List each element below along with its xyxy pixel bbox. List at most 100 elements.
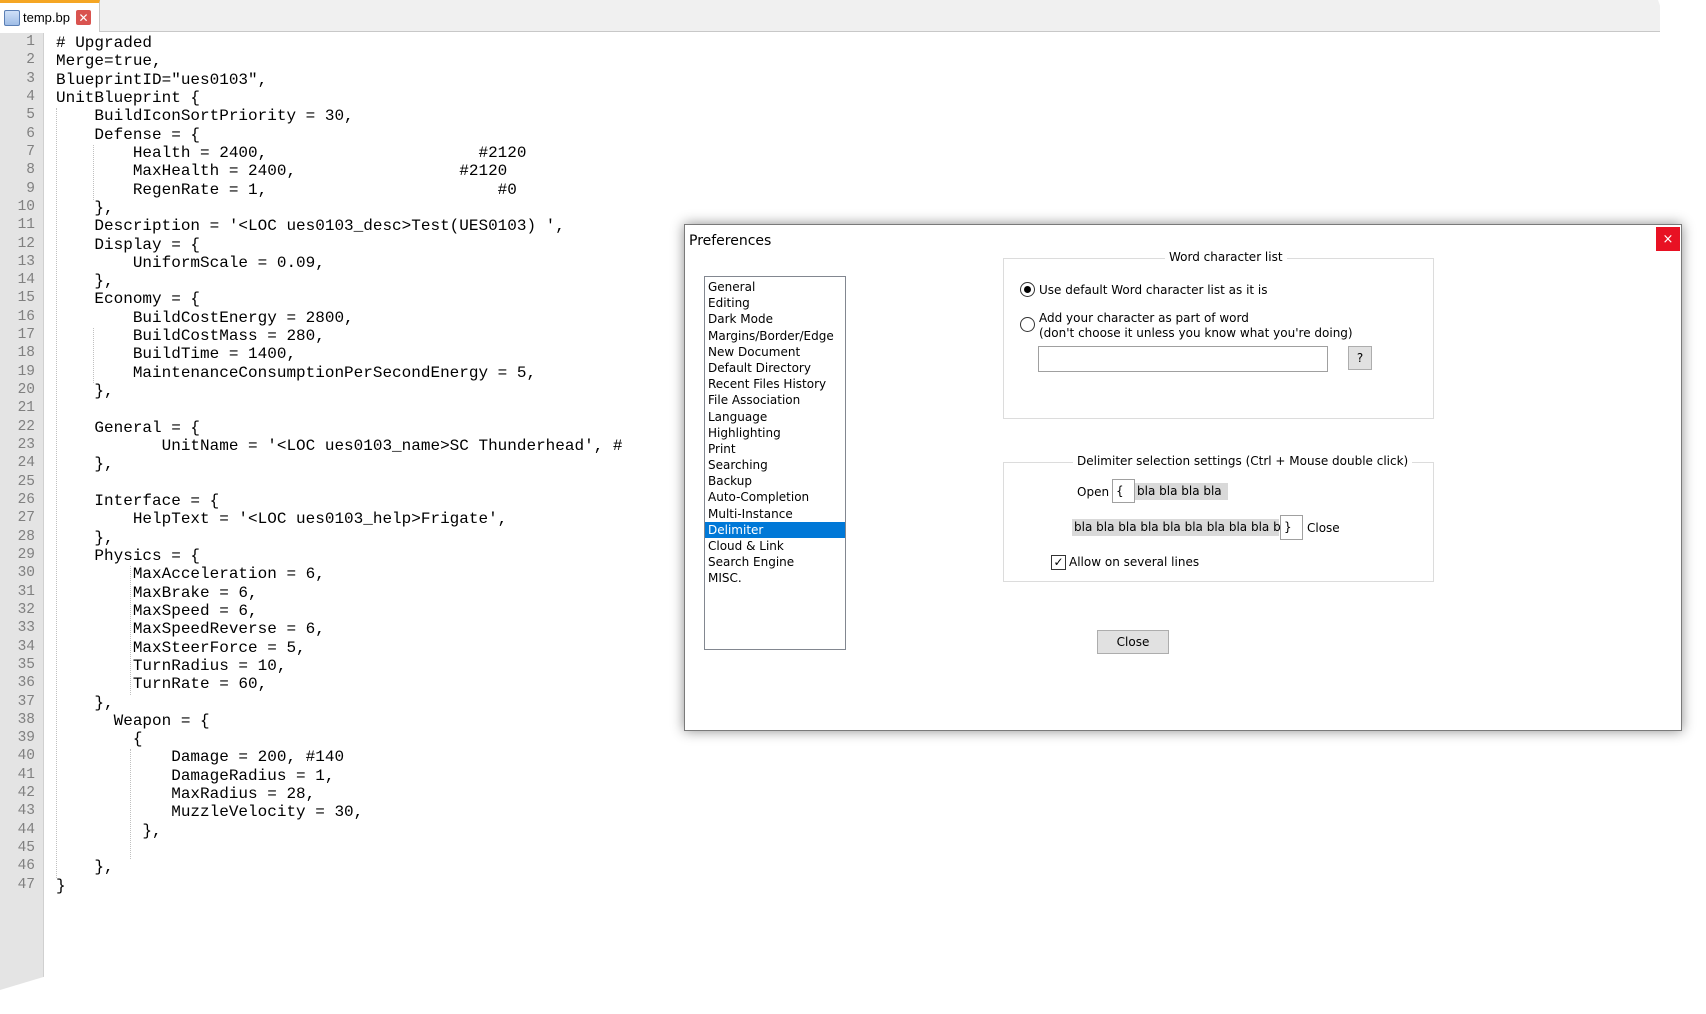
close-sample: bla bla bla bla bla bla bla bla bla bla xyxy=(1074,520,1292,534)
line-number: 34 xyxy=(17,638,35,655)
category-item[interactable]: Editing xyxy=(705,295,845,311)
line-number: 36 xyxy=(17,675,35,692)
line-number: 40 xyxy=(17,748,35,765)
category-item[interactable]: Search Engine xyxy=(705,554,845,570)
code-line: UnitBlueprint { xyxy=(56,88,201,107)
category-item[interactable]: Default Directory xyxy=(705,360,845,376)
code-line: MuzzleVelocity = 30, xyxy=(56,803,364,822)
category-item[interactable]: File Association xyxy=(705,392,845,408)
category-item[interactable]: Print xyxy=(705,441,845,457)
indent-guide xyxy=(130,566,131,695)
code-line: Health = 2400, #2120 xyxy=(56,143,527,162)
indent-guide xyxy=(130,749,131,860)
line-number: 20 xyxy=(17,382,35,399)
code-line: MaxBrake = 6, xyxy=(56,583,258,602)
category-list[interactable]: General Editing Dark Mode Margins/Border/Ed… xyxy=(704,276,846,650)
line-number: 46 xyxy=(17,858,35,875)
line-number: 45 xyxy=(17,840,35,857)
line-number: 35 xyxy=(17,656,35,673)
category-item[interactable]: Recent Files History xyxy=(705,376,845,392)
word-characters-input[interactable] xyxy=(1038,346,1328,372)
delimiter-group-title: Delimiter selection settings (Ctrl + Mou… xyxy=(1073,454,1413,468)
code-line: }, xyxy=(56,455,114,474)
category-item[interactable]: Dark Mode xyxy=(705,311,845,327)
line-number: 3 xyxy=(26,70,35,87)
word-character-group: Word character list Use default Word cha… xyxy=(1003,250,1434,419)
category-item[interactable]: Language xyxy=(705,409,845,425)
line-number: 30 xyxy=(17,565,35,582)
code-line: Merge=true, xyxy=(56,52,162,71)
category-item[interactable]: Highlighting xyxy=(705,425,845,441)
close-delimiter-input[interactable]: } xyxy=(1280,515,1303,540)
several-lines-checkbox[interactable]: ✓ xyxy=(1051,555,1066,570)
use-default-radio[interactable] xyxy=(1020,282,1035,297)
line-number: 42 xyxy=(17,785,35,802)
code-line: MaxAcceleration = 6, xyxy=(56,565,325,584)
line-number: 7 xyxy=(26,143,35,160)
use-default-label[interactable]: Use default Word character list as it is xyxy=(1039,283,1268,297)
code-line: Defense = { xyxy=(56,125,201,144)
line-number: 6 xyxy=(26,125,35,142)
code-line: Weapon = { xyxy=(56,711,210,730)
line-number: 11 xyxy=(17,217,35,234)
line-number: 9 xyxy=(26,180,35,197)
preferences-dialog: Preferences × General Editing Dark Mode Mar… xyxy=(684,224,1682,731)
line-number-gutter: 1 2 3 4 5 6 7 8 9 10 11 12 13 14 15 16 17 18 19 20 21 22 23 24 2… xyxy=(0,33,44,990)
code-line: Interface = { xyxy=(56,492,220,510)
open-sample: bla bla bla bla xyxy=(1137,484,1222,498)
code-line: }, xyxy=(56,528,114,547)
line-number: 28 xyxy=(17,528,35,545)
code-line: Display = { xyxy=(56,235,201,254)
code-line: General = { xyxy=(56,418,201,437)
code-line: RegenRate = 1, #0 xyxy=(56,180,517,199)
tab-close-icon[interactable]: ✕ xyxy=(75,10,91,25)
line-number: 25 xyxy=(17,473,35,490)
line-number: 23 xyxy=(17,437,35,454)
code-line: { xyxy=(56,730,143,749)
code-line: BlueprintID="ues0103", xyxy=(56,70,268,89)
close-icon[interactable]: × xyxy=(1656,227,1680,251)
code-line: BuildTime = 1400, xyxy=(56,345,297,364)
add-character-radio[interactable] xyxy=(1020,317,1035,332)
category-item[interactable]: Margins/Border/Edge xyxy=(705,328,845,344)
code-line: # Upgraded xyxy=(56,34,153,52)
close-button[interactable]: Close xyxy=(1097,630,1169,654)
help-button[interactable]: ? xyxy=(1348,346,1372,370)
line-number: 4 xyxy=(26,88,35,105)
add-character-label[interactable]: Add your character as part of word xyxy=(1039,311,1249,325)
several-lines-label[interactable]: Allow on several lines xyxy=(1069,555,1199,569)
category-item[interactable]: Auto-Completion xyxy=(705,489,845,505)
tab-temp-bp[interactable]: temp.bp ✕ xyxy=(0,0,100,32)
open-delimiter-input[interactable]: { xyxy=(1112,479,1135,503)
code-line: Description = '<LOC ues0103_desc>Test(UE… xyxy=(56,217,565,236)
line-number: 22 xyxy=(17,418,35,435)
line-number: 18 xyxy=(17,345,35,362)
indent-guide xyxy=(56,108,57,878)
tab-bar: temp.bp ✕ xyxy=(0,0,1660,32)
dialog-title: Preferences xyxy=(689,233,772,249)
code-line: }, xyxy=(56,382,114,401)
category-item[interactable]: Delimiter xyxy=(705,521,845,538)
line-number: 43 xyxy=(17,803,35,820)
tab-label: temp.bp xyxy=(23,10,70,25)
code-line: }, xyxy=(56,693,114,712)
line-number: 21 xyxy=(17,400,35,417)
category-item[interactable]: New Document xyxy=(705,344,845,360)
code-line: Economy = { xyxy=(56,290,201,309)
code-line: MaxSpeed = 6, xyxy=(56,601,258,620)
category-item[interactable]: MISC. xyxy=(705,570,845,586)
open-label: Open xyxy=(1077,485,1110,499)
category-item[interactable]: Backup xyxy=(705,473,845,489)
line-number: 41 xyxy=(17,766,35,783)
code-line: TurnRadius = 10, xyxy=(56,656,287,675)
category-item[interactable]: Multi-Instance xyxy=(705,506,845,522)
line-number: 13 xyxy=(17,253,35,270)
line-number: 39 xyxy=(17,730,35,747)
category-item[interactable]: Cloud & Link xyxy=(705,538,845,554)
code-line: Damage = 200, #140 xyxy=(56,748,345,767)
category-item[interactable]: General xyxy=(705,279,845,295)
code-line: UnitName = '<LOC ues0103_name>SC Thunder… xyxy=(56,437,623,456)
code-line: } xyxy=(56,876,66,895)
category-item[interactable]: Searching xyxy=(705,457,845,473)
code-line: HelpText = '<LOC ues0103_help>Frigate', xyxy=(56,510,508,529)
